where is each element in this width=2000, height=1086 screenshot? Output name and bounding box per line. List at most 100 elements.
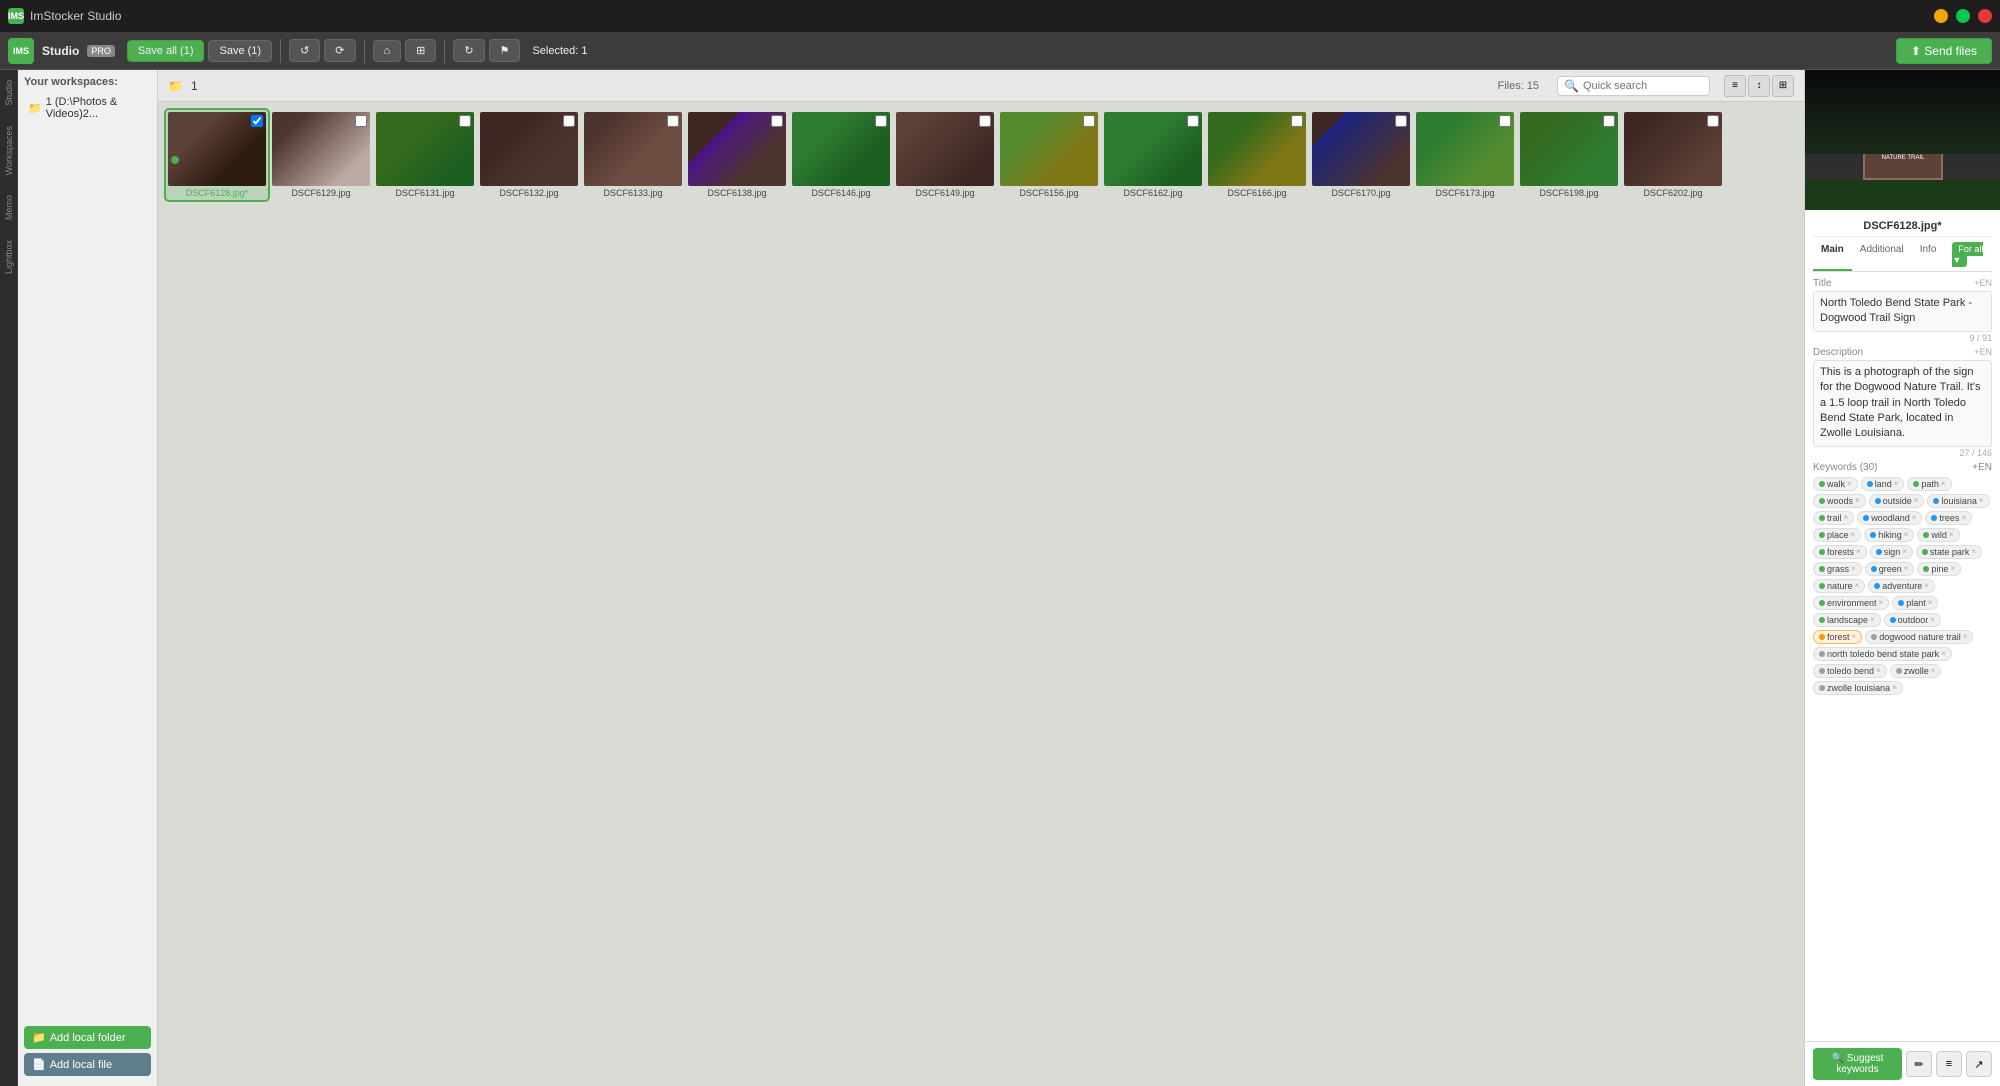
thumbnail-item[interactable]: DSCF6138.jpg: [686, 110, 788, 200]
keyword-tag[interactable]: grass×: [1813, 562, 1862, 576]
add-local-folder-button[interactable]: 📁 Add local folder: [24, 1026, 151, 1049]
keyword-tag[interactable]: outside×: [1869, 494, 1925, 508]
thumbnail-checkbox[interactable]: [771, 115, 783, 127]
keyword-remove[interactable]: ×: [1931, 666, 1936, 675]
suggest-keywords-button[interactable]: 🔍 Suggest keywords: [1813, 1048, 1902, 1080]
thumbnail-checkbox[interactable]: [1187, 115, 1199, 127]
thumbnail-checkbox[interactable]: [875, 115, 887, 127]
sync-button[interactable]: ⟳: [324, 39, 355, 62]
keyword-tag[interactable]: landscape×: [1813, 613, 1881, 627]
thumbnail-checkbox[interactable]: [1603, 115, 1615, 127]
grid-view-button[interactable]: ⊞: [1772, 75, 1794, 97]
thumbnail-item[interactable]: DSCF6128.jpg*: [166, 110, 268, 200]
thumbnail-item[interactable]: DSCF6146.jpg: [790, 110, 892, 200]
keyword-tag[interactable]: state park×: [1916, 545, 1982, 559]
keyword-remove[interactable]: ×: [1950, 564, 1955, 573]
keyword-remove[interactable]: ×: [1979, 496, 1984, 505]
thumbnail-item[interactable]: DSCF6162.jpg: [1102, 110, 1204, 200]
thumbnail-item[interactable]: DSCF6149.jpg: [894, 110, 996, 200]
thumbnail-item[interactable]: DSCF6129.jpg: [270, 110, 372, 200]
keyword-tag[interactable]: trail×: [1813, 511, 1854, 525]
keyword-remove[interactable]: ×: [1902, 547, 1907, 556]
keyword-remove[interactable]: ×: [1912, 513, 1917, 522]
edit-icon-button[interactable]: ✏: [1906, 1051, 1932, 1077]
keyword-tag[interactable]: green×: [1865, 562, 1915, 576]
flag-button[interactable]: ⚑: [489, 39, 521, 62]
search-input[interactable]: [1583, 80, 1703, 92]
keyword-tag[interactable]: place×: [1813, 528, 1861, 542]
thumbnail-item[interactable]: DSCF6132.jpg: [478, 110, 580, 200]
keyword-tag[interactable]: woods×: [1813, 494, 1866, 508]
keyword-tag[interactable]: pine×: [1917, 562, 1961, 576]
workspace-item[interactable]: 📁 1 (D:\Photos & Videos)2...: [24, 94, 151, 122]
keyword-remove[interactable]: ×: [1904, 530, 1909, 539]
export-icon-button[interactable]: ↗: [1966, 1051, 1992, 1077]
keyword-remove[interactable]: ×: [1941, 649, 1946, 658]
keyword-tag[interactable]: environment×: [1813, 596, 1889, 610]
close-button[interactable]: [1978, 9, 1992, 23]
desc-edit-btn[interactable]: +EN: [1974, 347, 1992, 358]
thumbnail-checkbox[interactable]: [563, 115, 575, 127]
refresh-button[interactable]: ↺: [289, 39, 320, 62]
keyword-remove[interactable]: ×: [1844, 513, 1849, 522]
thumbnail-checkbox[interactable]: [1707, 115, 1719, 127]
thumbnail-checkbox[interactable]: [1291, 115, 1303, 127]
thumbnail-item[interactable]: DSCF6156.jpg: [998, 110, 1100, 200]
keyword-remove[interactable]: ×: [1924, 581, 1929, 590]
thumbnail-checkbox[interactable]: [1083, 115, 1095, 127]
maximize-button[interactable]: [1956, 9, 1970, 23]
keyword-remove[interactable]: ×: [1879, 598, 1884, 607]
search-box[interactable]: 🔍: [1557, 76, 1710, 96]
thumbnail-item[interactable]: DSCF6198.jpg: [1518, 110, 1620, 200]
keyword-remove[interactable]: ×: [1876, 666, 1881, 675]
keyword-tag[interactable]: path×: [1907, 477, 1951, 491]
save-button[interactable]: Save (1): [208, 40, 272, 62]
description-value[interactable]: This is a photograph of the sign for the…: [1813, 360, 1992, 447]
keyword-remove[interactable]: ×: [1892, 683, 1897, 692]
keyword-tag[interactable]: nature×: [1813, 579, 1865, 593]
lightbox-side-label[interactable]: Lightbox: [4, 240, 14, 274]
keyword-remove[interactable]: ×: [1870, 615, 1875, 624]
keyword-remove[interactable]: ×: [1949, 530, 1954, 539]
keyword-remove[interactable]: ×: [1914, 496, 1919, 505]
sort-button[interactable]: ↕: [1748, 75, 1770, 97]
keyword-tag[interactable]: toledo bend×: [1813, 664, 1887, 678]
keyword-tag[interactable]: zwolle×: [1890, 664, 1942, 678]
keyword-tag[interactable]: woodland×: [1857, 511, 1922, 525]
keyword-remove[interactable]: ×: [1904, 564, 1909, 573]
thumbnail-item[interactable]: DSCF6133.jpg: [582, 110, 684, 200]
thumbnail-checkbox[interactable]: [355, 115, 367, 127]
keyword-tag[interactable]: sign×: [1870, 545, 1913, 559]
keyword-tag[interactable]: forest×: [1813, 630, 1862, 644]
thumbnail-item[interactable]: DSCF6131.jpg: [374, 110, 476, 200]
home-button[interactable]: ⌂: [373, 40, 402, 62]
thumbnail-checkbox[interactable]: [979, 115, 991, 127]
keyword-remove[interactable]: ×: [1855, 581, 1860, 590]
keyword-tag[interactable]: land×: [1861, 477, 1905, 491]
thumbnail-item[interactable]: DSCF6202.jpg: [1622, 110, 1724, 200]
keywords-edit-btn[interactable]: +EN: [1972, 462, 1992, 473]
thumbnail-checkbox[interactable]: [667, 115, 679, 127]
title-value[interactable]: North Toledo Bend State Park - Dogwood T…: [1813, 291, 1992, 332]
keyword-tag[interactable]: trees×: [1925, 511, 1972, 525]
list-icon-button[interactable]: ≡: [1936, 1051, 1962, 1077]
workspaces-side-label[interactable]: Workspaces: [4, 126, 14, 175]
tab-info[interactable]: Info: [1912, 241, 1945, 271]
rotate-button[interactable]: ↻: [453, 39, 484, 62]
keyword-remove[interactable]: ×: [1851, 564, 1856, 573]
thumbnail-checkbox[interactable]: [459, 115, 471, 127]
for-all-tab[interactable]: For all ▼: [1944, 241, 1992, 271]
keyword-remove[interactable]: ×: [1971, 547, 1976, 556]
keyword-remove[interactable]: ×: [1961, 513, 1966, 522]
keyword-tag[interactable]: louisiana×: [1927, 494, 1989, 508]
keyword-tag[interactable]: wild×: [1917, 528, 1959, 542]
tab-additional[interactable]: Additional: [1852, 241, 1912, 271]
grid-button[interactable]: ⊞: [405, 39, 436, 62]
keyword-tag[interactable]: adventure×: [1868, 579, 1935, 593]
keyword-tag[interactable]: dogwood nature trail×: [1865, 630, 1973, 644]
send-files-button[interactable]: ⬆ Send files: [1896, 38, 1992, 64]
filter-button[interactable]: ≡: [1724, 75, 1746, 97]
thumbnail-item[interactable]: DSCF6170.jpg: [1310, 110, 1412, 200]
keyword-tag[interactable]: outdoor×: [1884, 613, 1941, 627]
thumbnail-item[interactable]: DSCF6173.jpg: [1414, 110, 1516, 200]
